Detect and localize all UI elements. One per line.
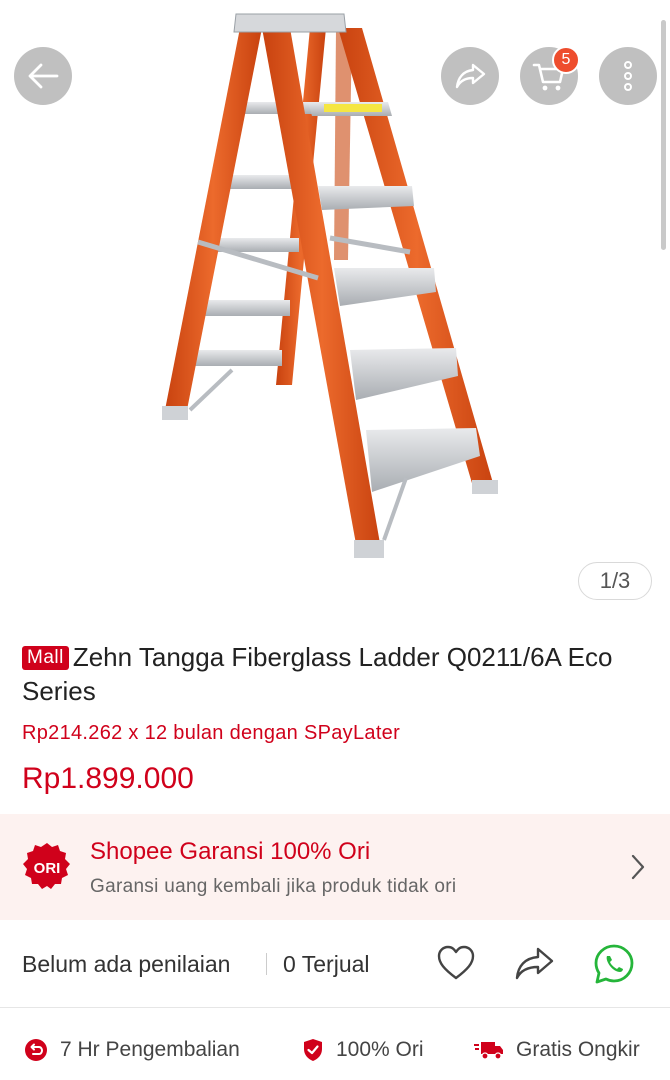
service-shipping: Gratis Ongkir bbox=[474, 1038, 640, 1062]
rating-row: Belum ada penilaian 0 Terjual bbox=[0, 920, 670, 1008]
divider bbox=[266, 953, 267, 975]
guarantee-banner[interactable]: ORI Shopee Garansi 100% Ori Garansi uang… bbox=[0, 814, 670, 920]
ori-badge-icon: ORI bbox=[23, 843, 70, 889]
service-return-label: 7 Hr Pengembalian bbox=[60, 1038, 240, 1061]
return-icon bbox=[25, 1039, 47, 1061]
ori-badge-text: ORI bbox=[34, 860, 61, 877]
rating-text[interactable]: Belum ada penilaian bbox=[22, 951, 230, 978]
whatsapp-icon[interactable] bbox=[592, 942, 636, 986]
product-image-gallery[interactable]: 5 1/3 bbox=[0, 0, 670, 615]
sold-count: 0 Terjual bbox=[283, 951, 370, 977]
back-button[interactable] bbox=[14, 47, 72, 105]
service-return: 7 Hr Pengembalian bbox=[24, 1038, 240, 1062]
installment-info[interactable]: Rp214.262 x 12 bulan dengan SPayLater bbox=[22, 722, 400, 745]
guarantee-title: Shopee Garansi 100% Ori bbox=[90, 838, 371, 865]
product-title-block: Mall Zehn Tangga Fiberglass Ladder Q0211/… bbox=[22, 640, 652, 708]
back-arrow-icon bbox=[28, 63, 59, 89]
product-price: Rp1.899.000 bbox=[22, 762, 194, 795]
chevron-right-icon bbox=[631, 854, 645, 880]
heart-icon[interactable] bbox=[436, 944, 476, 982]
service-shipping-label: Gratis Ongkir bbox=[516, 1038, 640, 1061]
share-icon bbox=[455, 63, 486, 89]
more-vertical-icon bbox=[624, 61, 632, 91]
scrollbar[interactable] bbox=[661, 20, 666, 250]
image-counter: 1/3 bbox=[578, 562, 652, 600]
product-title: Zehn Tangga Fiberglass Ladder Q0211/6A E… bbox=[22, 642, 613, 706]
guarantee-subtitle: Garansi uang kembali jika produk tidak o… bbox=[90, 876, 457, 897]
cart-button[interactable]: 5 bbox=[520, 46, 580, 105]
more-options-button[interactable] bbox=[599, 47, 657, 105]
share-icon[interactable] bbox=[513, 944, 555, 982]
cart-count-badge: 5 bbox=[552, 46, 580, 74]
share-button[interactable] bbox=[441, 47, 499, 105]
service-ori-label: 100% Ori bbox=[336, 1038, 424, 1061]
shield-check-icon bbox=[304, 1039, 322, 1061]
mall-badge: Mall bbox=[22, 646, 69, 670]
service-row[interactable]: 7 Hr Pengembalian 100% Ori Gratis Ongkir bbox=[0, 1008, 670, 1080]
delivery-truck-icon bbox=[474, 1042, 503, 1060]
service-ori: 100% Ori bbox=[302, 1038, 424, 1062]
